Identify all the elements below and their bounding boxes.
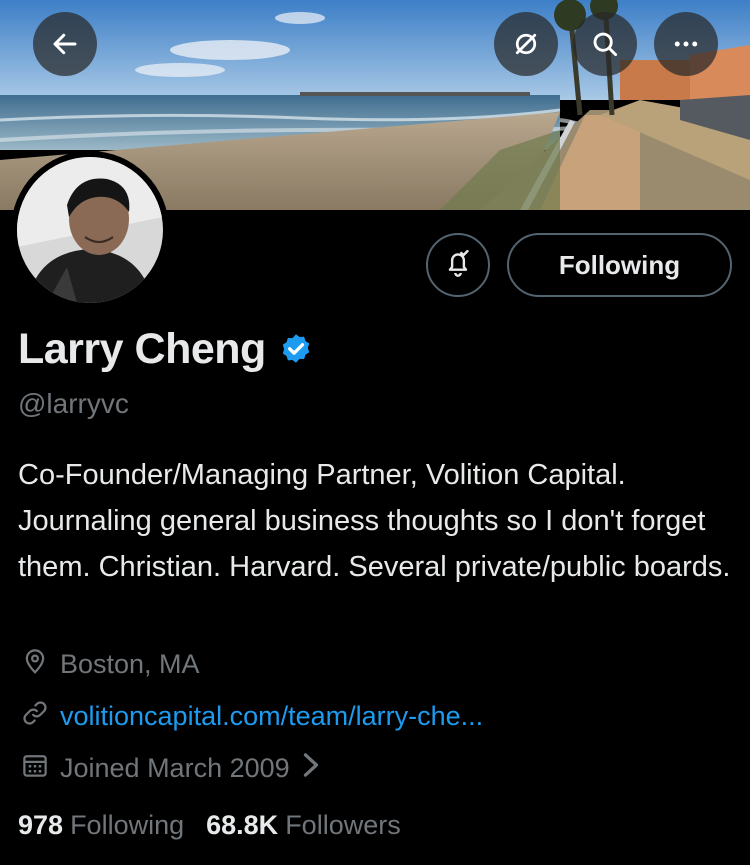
joined-text: Joined March 2009	[60, 753, 290, 783]
link-icon	[20, 698, 60, 735]
verified-badge-icon[interactable]	[278, 332, 314, 368]
followers-count: 68.8K	[206, 810, 279, 840]
bell-check-icon	[442, 247, 474, 284]
search-button[interactable]	[573, 12, 637, 76]
following-stat[interactable]: 978 Following	[18, 810, 184, 841]
arrow-left-icon	[50, 29, 80, 59]
profile-joined[interactable]: Joined March 2009	[20, 750, 332, 787]
back-button[interactable]	[33, 12, 97, 76]
profile-location: Boston, MA	[20, 646, 200, 683]
profile-handle: @larryvc	[18, 388, 129, 419]
location-pin-icon	[20, 646, 60, 683]
profile-bio: Co-Founder/Managing Partner, Volition Ca…	[18, 459, 731, 583]
following-button[interactable]: Following	[507, 233, 732, 297]
following-label: Following	[70, 810, 185, 840]
followers-stat[interactable]: 68.8K Followers	[206, 810, 401, 841]
profile-stats: 978 Following 68.8K Followers	[18, 810, 401, 841]
followers-label: Followers	[285, 810, 401, 840]
calendar-icon	[20, 750, 60, 787]
no-filter-icon	[511, 29, 541, 59]
no-filter-button[interactable]	[494, 12, 558, 76]
notifications-button[interactable]	[426, 233, 490, 297]
avatar[interactable]	[11, 151, 169, 309]
location-text: Boston, MA	[60, 649, 200, 679]
following-count: 978	[18, 810, 64, 840]
profile-name-row: Larry Cheng	[18, 325, 314, 374]
more-button[interactable]	[654, 12, 718, 76]
chevron-right-icon	[300, 752, 332, 785]
profile-name: Larry Cheng	[18, 325, 266, 373]
profile-website: volitioncapital.com/team/larry-che...	[20, 698, 483, 735]
more-icon	[671, 29, 701, 59]
search-icon	[590, 29, 620, 59]
website-link[interactable]: volitioncapital.com/team/larry-che...	[60, 701, 483, 732]
